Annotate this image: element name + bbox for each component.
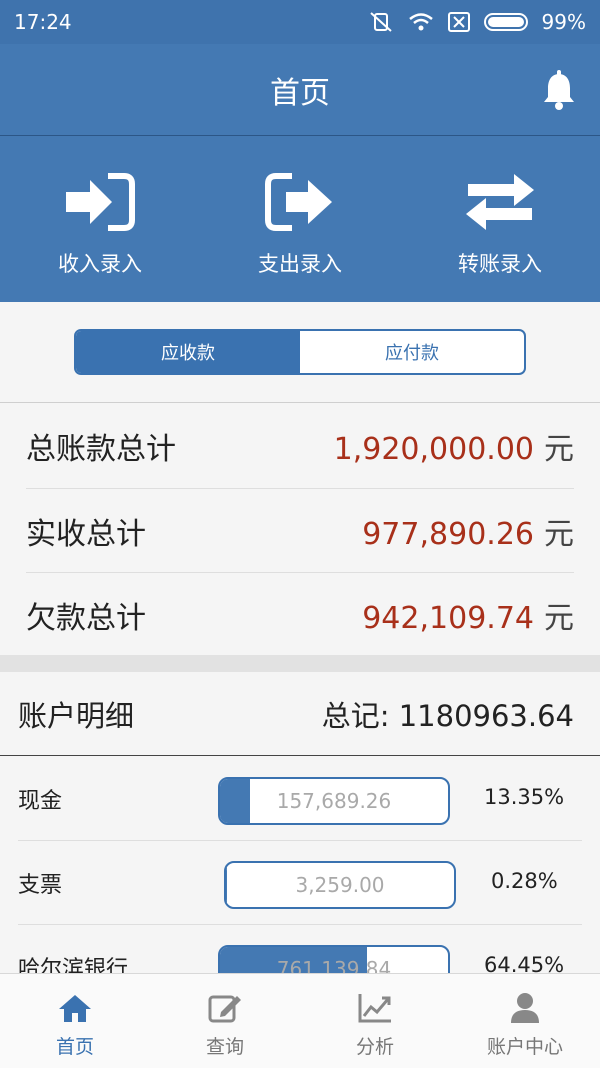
transfer-arrows-icon xyxy=(466,174,534,230)
summary-amount: 1,920,000.00 xyxy=(333,432,534,467)
chart-icon xyxy=(358,994,391,1023)
app-bar: 首页 xyxy=(0,44,600,136)
tab-receivable[interactable]: 应收款 xyxy=(76,331,300,373)
summary-unit: 元 xyxy=(544,432,574,467)
account-details-title: 账户明细 xyxy=(18,698,135,733)
no-sim-icon xyxy=(447,12,470,32)
summary-value: 1,920,000.00 元 xyxy=(334,424,574,468)
transfer-entry-button[interactable]: 转账录入 xyxy=(400,136,600,302)
tab-query[interactable]: 查询 xyxy=(150,974,300,1068)
sign-out-icon xyxy=(265,173,332,231)
account-share-bar: 3,259.00 xyxy=(224,861,456,909)
account-name: 支票 xyxy=(18,873,63,898)
account-percent: 13.35% xyxy=(484,785,565,809)
summary-row-received: 实收总计 977,890.26 元 xyxy=(26,489,574,573)
summary-unit: 元 xyxy=(544,517,574,552)
status-time: 17:24 xyxy=(14,10,72,34)
expense-entry-label: 支出录入 xyxy=(258,252,342,276)
status-icons: 99% xyxy=(368,10,586,34)
home-icon xyxy=(59,995,91,1022)
tab-label: 分析 xyxy=(355,1036,394,1058)
summary-label: 实收总计 xyxy=(26,517,146,552)
transfer-entry-label: 转账录入 xyxy=(458,252,542,276)
summary-amount: 977,890.26 xyxy=(362,517,534,552)
bell-icon[interactable] xyxy=(542,70,576,110)
vibrate-off-icon xyxy=(369,12,392,32)
bottom-tab-bar: 首页 查询 分析 账户中心 xyxy=(0,973,600,1068)
receivable-payable-toggle: 应收款 应付款 xyxy=(74,329,526,375)
tab-label: 账户中心 xyxy=(486,1036,563,1058)
summary-value: 942,109.74 元 xyxy=(362,593,574,637)
account-details-header: 账户明细 总记: 1180963.64 xyxy=(0,672,600,756)
summary-amount: 942,109.74 xyxy=(362,601,534,636)
expense-entry-button[interactable]: 支出录入 xyxy=(200,136,400,302)
summary-value: 977,890.26 元 xyxy=(362,509,574,553)
summary-label: 总账款总计 xyxy=(26,432,176,467)
list-item[interactable]: 现金 157,689.26 13.35% xyxy=(0,757,600,841)
summary-unit: 元 xyxy=(544,601,574,636)
status-bar: 17:24 99% xyxy=(0,0,600,44)
tab-home[interactable]: 首页 xyxy=(0,974,150,1068)
tab-account-center[interactable]: 账户中心 xyxy=(450,974,600,1068)
summary-row-total: 总账款总计 1,920,000.00 元 xyxy=(26,404,574,488)
user-icon xyxy=(511,993,539,1023)
summary-label: 欠款总计 xyxy=(26,601,146,636)
summary-row-owed: 欠款总计 942,109.74 元 xyxy=(26,573,574,657)
section-gap xyxy=(0,655,600,672)
section-divider xyxy=(0,402,600,403)
account-share-bar: 157,689.26 xyxy=(218,777,450,825)
edit-icon xyxy=(208,995,241,1023)
list-item[interactable]: 支票 3,259.00 0.28% xyxy=(0,841,600,925)
quick-actions: 收入录入 支出录入 转账录入 xyxy=(0,136,600,302)
tab-analysis[interactable]: 分析 xyxy=(300,974,450,1068)
battery-level: 99% xyxy=(541,10,586,34)
account-details-total: 总记: 1180963.64 xyxy=(321,698,574,733)
tab-label: 首页 xyxy=(55,1036,94,1058)
battery-icon xyxy=(483,13,528,31)
tab-label: 查询 xyxy=(205,1036,244,1058)
income-entry-button[interactable]: 收入录入 xyxy=(0,136,200,302)
tab-payable[interactable]: 应付款 xyxy=(300,331,524,373)
income-entry-label: 收入录入 xyxy=(58,252,142,276)
account-amount: 3,259.00 xyxy=(295,873,385,897)
wifi-icon xyxy=(408,13,433,31)
page-title: 首页 xyxy=(270,75,330,111)
account-percent: 0.28% xyxy=(491,869,558,893)
sign-in-icon xyxy=(66,173,135,231)
account-name: 现金 xyxy=(18,789,63,814)
account-amount: 157,689.26 xyxy=(276,789,392,813)
